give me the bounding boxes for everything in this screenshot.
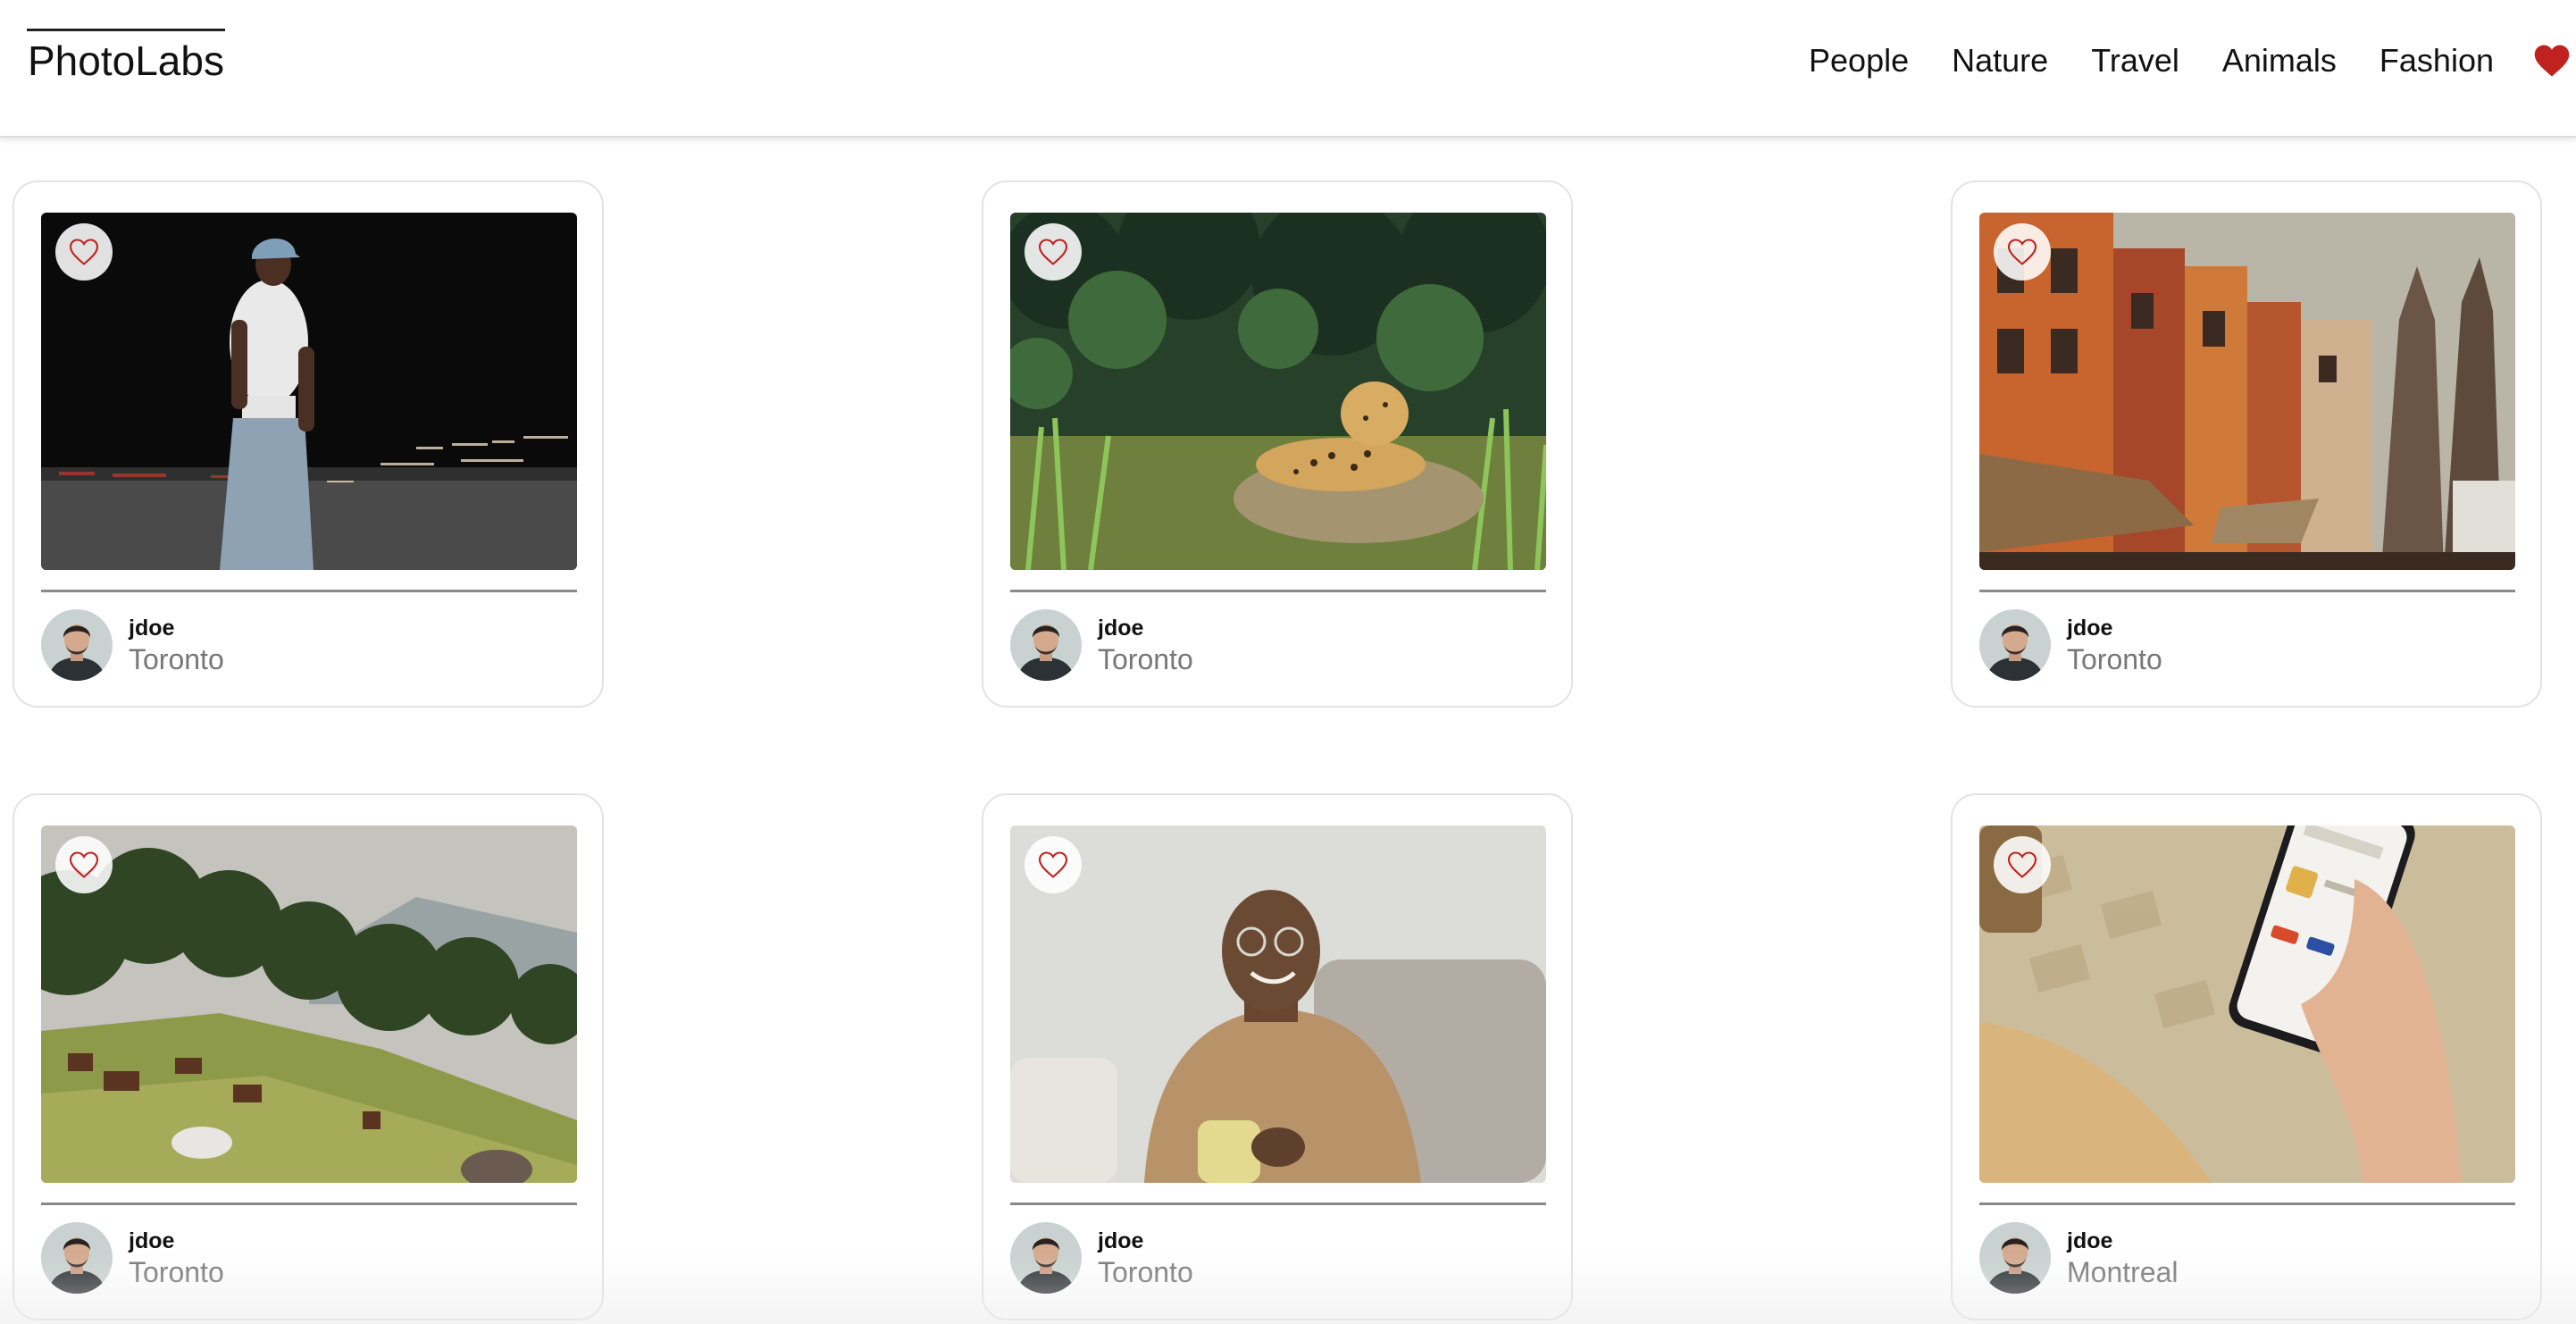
photo-image[interactable] xyxy=(1979,213,2515,570)
heart-outline-icon xyxy=(69,239,99,265)
username: jdoe xyxy=(1098,1228,1144,1253)
card-divider xyxy=(41,1202,577,1205)
photo-card[interactable]: jdoe Montreal xyxy=(1951,793,2542,1320)
like-button[interactable] xyxy=(1994,836,2051,893)
photo-card[interactable]: jdoe Toronto xyxy=(982,180,1573,708)
like-button[interactable] xyxy=(55,836,113,893)
user-location: Toronto xyxy=(1098,643,1193,675)
heart-outline-icon xyxy=(69,851,99,878)
username: jdoe xyxy=(1098,616,1144,641)
topic-people[interactable]: People xyxy=(1809,36,1909,86)
card-divider xyxy=(41,590,577,592)
photo-image[interactable] xyxy=(1979,825,2515,1183)
like-button[interactable] xyxy=(1025,836,1082,893)
username: jdoe xyxy=(2067,616,2113,641)
heart-outline-icon xyxy=(2007,239,2037,265)
topic-fashion[interactable]: Fashion xyxy=(2379,36,2494,86)
photo-image[interactable] xyxy=(1010,213,1546,570)
user-avatar xyxy=(1010,1222,1082,1294)
photo-card[interactable]: jdoe Toronto xyxy=(13,180,604,708)
photo-card[interactable]: jdoe Toronto xyxy=(982,793,1573,1320)
card-divider xyxy=(1979,590,2515,592)
card-divider xyxy=(1979,1202,2515,1205)
heart-outline-icon xyxy=(1038,851,1068,878)
like-button[interactable] xyxy=(1025,223,1082,281)
photo-image[interactable] xyxy=(41,213,577,570)
card-divider xyxy=(1010,590,1546,592)
username: jdoe xyxy=(129,616,175,641)
photo-image[interactable] xyxy=(41,825,577,1183)
user-avatar xyxy=(1979,1222,2051,1294)
photo-card[interactable]: jdoe Toronto xyxy=(13,793,604,1320)
heart-outline-icon xyxy=(1038,239,1068,265)
app-logo[interactable]: PhotoLabs xyxy=(27,29,225,90)
user-avatar xyxy=(41,609,113,681)
like-button[interactable] xyxy=(55,223,113,281)
user-avatar xyxy=(1010,609,1082,681)
username: jdoe xyxy=(2067,1228,2113,1253)
topic-nature[interactable]: Nature xyxy=(1952,36,2048,86)
user-location: Montreal xyxy=(2067,1256,2179,1288)
user-avatar xyxy=(1979,609,2051,681)
heart-outline-icon xyxy=(2007,851,2037,878)
photo-image[interactable] xyxy=(1010,825,1546,1183)
user-location: Toronto xyxy=(2067,643,2162,675)
photo-card[interactable]: jdoe Toronto xyxy=(1951,180,2542,708)
like-button[interactable] xyxy=(1994,223,2051,281)
topic-list: People Nature Travel Animals Fashion xyxy=(1809,36,2576,86)
user-location: Toronto xyxy=(129,1256,224,1288)
topic-travel[interactable]: Travel xyxy=(2091,36,2179,86)
favourites-heart-icon[interactable] xyxy=(2533,42,2571,80)
top-navigation-bar: PhotoLabs People Nature Travel Animals F… xyxy=(0,0,2576,138)
username: jdoe xyxy=(129,1228,175,1253)
user-location: Toronto xyxy=(1098,1256,1193,1288)
topic-animals[interactable]: Animals xyxy=(2222,36,2337,86)
user-avatar xyxy=(41,1222,113,1294)
card-divider xyxy=(1010,1202,1546,1205)
user-location: Toronto xyxy=(129,643,224,675)
